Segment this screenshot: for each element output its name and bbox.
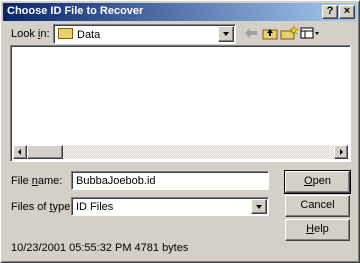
files-of-type-combo[interactable]: ID Files (71, 197, 269, 216)
file-name-label: File name: (11, 175, 63, 187)
file-status-text: 10/23/2001 05:55:32 PM 4781 bytes (11, 242, 189, 254)
choose-id-file-dialog: Choose ID File to Recover ? × Look in: D… (0, 0, 360, 263)
file-name-input[interactable]: BubbaJoebob.id (71, 171, 269, 190)
files-of-type-label: Files of type: (11, 201, 74, 213)
up-one-level-icon[interactable] (260, 25, 280, 41)
title-bar[interactable]: Choose ID File to Recover ? × (3, 3, 357, 21)
back-arrow-icon[interactable] (241, 25, 261, 41)
horizontal-scrollbar[interactable] (13, 145, 348, 159)
scroll-left-button[interactable] (13, 145, 27, 159)
help-button[interactable]: Help (285, 219, 350, 241)
close-button[interactable]: × (339, 5, 355, 19)
file-name-value: BubbaJoebob.id (76, 175, 156, 187)
scroll-right-button[interactable] (334, 145, 348, 159)
look-in-value: Data (77, 29, 101, 41)
look-in-dropdown-button[interactable] (218, 26, 234, 42)
file-list[interactable] (10, 45, 351, 162)
help-title-button[interactable]: ? (322, 5, 338, 19)
open-button[interactable]: Open (284, 170, 351, 194)
look-in-label: Look in: (11, 28, 50, 40)
new-folder-icon[interactable] (279, 25, 299, 41)
files-of-type-dropdown-button[interactable] (251, 199, 267, 214)
view-menu-icon[interactable] (299, 25, 321, 41)
window-title: Choose ID File to Recover (7, 5, 144, 17)
scroll-thumb[interactable] (27, 145, 63, 159)
cancel-button[interactable]: Cancel (285, 195, 350, 217)
look-in-combo[interactable]: Data (53, 24, 236, 44)
folder-icon (58, 28, 73, 39)
files-of-type-value: ID Files (76, 201, 114, 213)
